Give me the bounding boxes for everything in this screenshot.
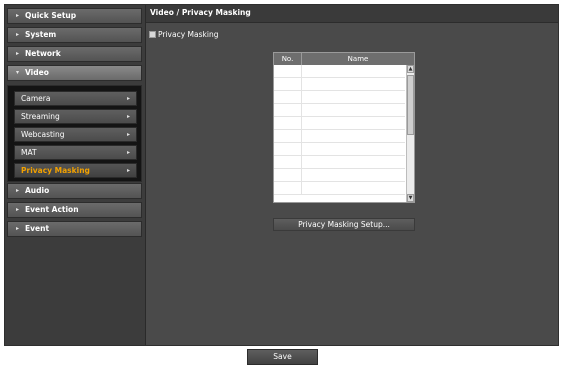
- table-row[interactable]: [274, 130, 405, 143]
- privacy-masking-setup-button[interactable]: Privacy Masking Setup...: [273, 218, 415, 231]
- chevron-right-icon: ▸: [126, 113, 130, 120]
- submenu-item-webcasting[interactable]: Webcasting ▸: [14, 127, 137, 142]
- chevron-right-icon: ▸: [16, 187, 20, 194]
- chevron-down-icon: ▾: [16, 69, 20, 76]
- sidebar: ▸ Quick Setup ▸ System ▸ Network ▾ Video…: [5, 5, 146, 345]
- submenu-item-streaming[interactable]: Streaming ▸: [14, 109, 137, 124]
- sidebar-item-label: Video: [25, 68, 49, 77]
- table-row[interactable]: [274, 91, 405, 104]
- sidebar-item-label: Event Action: [25, 205, 79, 214]
- privacy-masking-label: Privacy Masking: [158, 30, 219, 39]
- table-row[interactable]: [274, 104, 405, 117]
- sidebar-item-label: Audio: [25, 186, 50, 195]
- submenu-item-label: MAT: [21, 148, 37, 157]
- privacy-masking-checkbox[interactable]: [149, 31, 156, 38]
- scroll-up-icon[interactable]: ▲: [407, 65, 414, 73]
- chevron-right-icon: ▸: [16, 31, 20, 38]
- scrollbar-thumb[interactable]: [407, 75, 414, 135]
- sidebar-item-video[interactable]: ▾ Video: [7, 65, 142, 81]
- table-row[interactable]: [274, 156, 405, 169]
- chevron-right-icon: ▸: [16, 50, 20, 57]
- submenu-item-label: Privacy Masking: [21, 166, 90, 175]
- table-header: No. Name: [274, 53, 414, 65]
- sidebar-item-event-action[interactable]: ▸ Event Action: [7, 202, 142, 218]
- sidebar-item-network[interactable]: ▸ Network: [7, 46, 142, 62]
- submenu-item-camera[interactable]: Camera ▸: [14, 91, 137, 106]
- sidebar-item-label: Network: [25, 49, 61, 58]
- sidebar-item-label: System: [25, 30, 57, 39]
- sidebar-item-quick-setup[interactable]: ▸ Quick Setup: [7, 8, 142, 24]
- chevron-right-icon: ▸: [126, 149, 130, 156]
- chevron-right-icon: ▸: [126, 167, 130, 174]
- chevron-right-icon: ▸: [16, 12, 20, 19]
- chevron-right-icon: ▸: [126, 95, 130, 102]
- table-row[interactable]: [274, 117, 405, 130]
- page-title: Video / Privacy Masking: [146, 5, 558, 23]
- chevron-right-icon: ▸: [16, 225, 20, 232]
- table-row[interactable]: [274, 65, 405, 78]
- table-scrollbar[interactable]: ▲ ▼: [406, 65, 414, 202]
- sidebar-item-audio[interactable]: ▸ Audio: [7, 183, 142, 199]
- sidebar-item-label: Event: [25, 224, 50, 233]
- submenu-item-label: Streaming: [21, 112, 60, 121]
- chevron-right-icon: ▸: [126, 131, 130, 138]
- column-header-name: Name: [347, 55, 369, 63]
- sidebar-item-system[interactable]: ▸ System: [7, 27, 142, 43]
- save-button[interactable]: Save: [247, 349, 318, 365]
- table-row[interactable]: [274, 169, 405, 182]
- table-row[interactable]: [274, 143, 405, 156]
- sidebar-item-event[interactable]: ▸ Event: [7, 221, 142, 237]
- table-row[interactable]: [274, 78, 405, 91]
- sidebar-item-label: Quick Setup: [25, 11, 77, 20]
- submenu-item-label: Webcasting: [21, 130, 65, 139]
- scroll-down-icon[interactable]: ▼: [407, 194, 414, 202]
- video-submenu: Camera ▸ Streaming ▸ Webcasting ▸ MAT ▸ …: [7, 85, 142, 182]
- chevron-right-icon: ▸: [16, 206, 20, 213]
- column-header-no: No.: [274, 53, 302, 65]
- table-row[interactable]: [274, 182, 405, 195]
- submenu-item-mat[interactable]: MAT ▸: [14, 145, 137, 160]
- submenu-item-label: Camera: [21, 94, 51, 103]
- submenu-item-privacy-masking[interactable]: Privacy Masking ▸: [14, 163, 137, 178]
- mask-list-table: No. Name ▲ ▼: [273, 52, 415, 203]
